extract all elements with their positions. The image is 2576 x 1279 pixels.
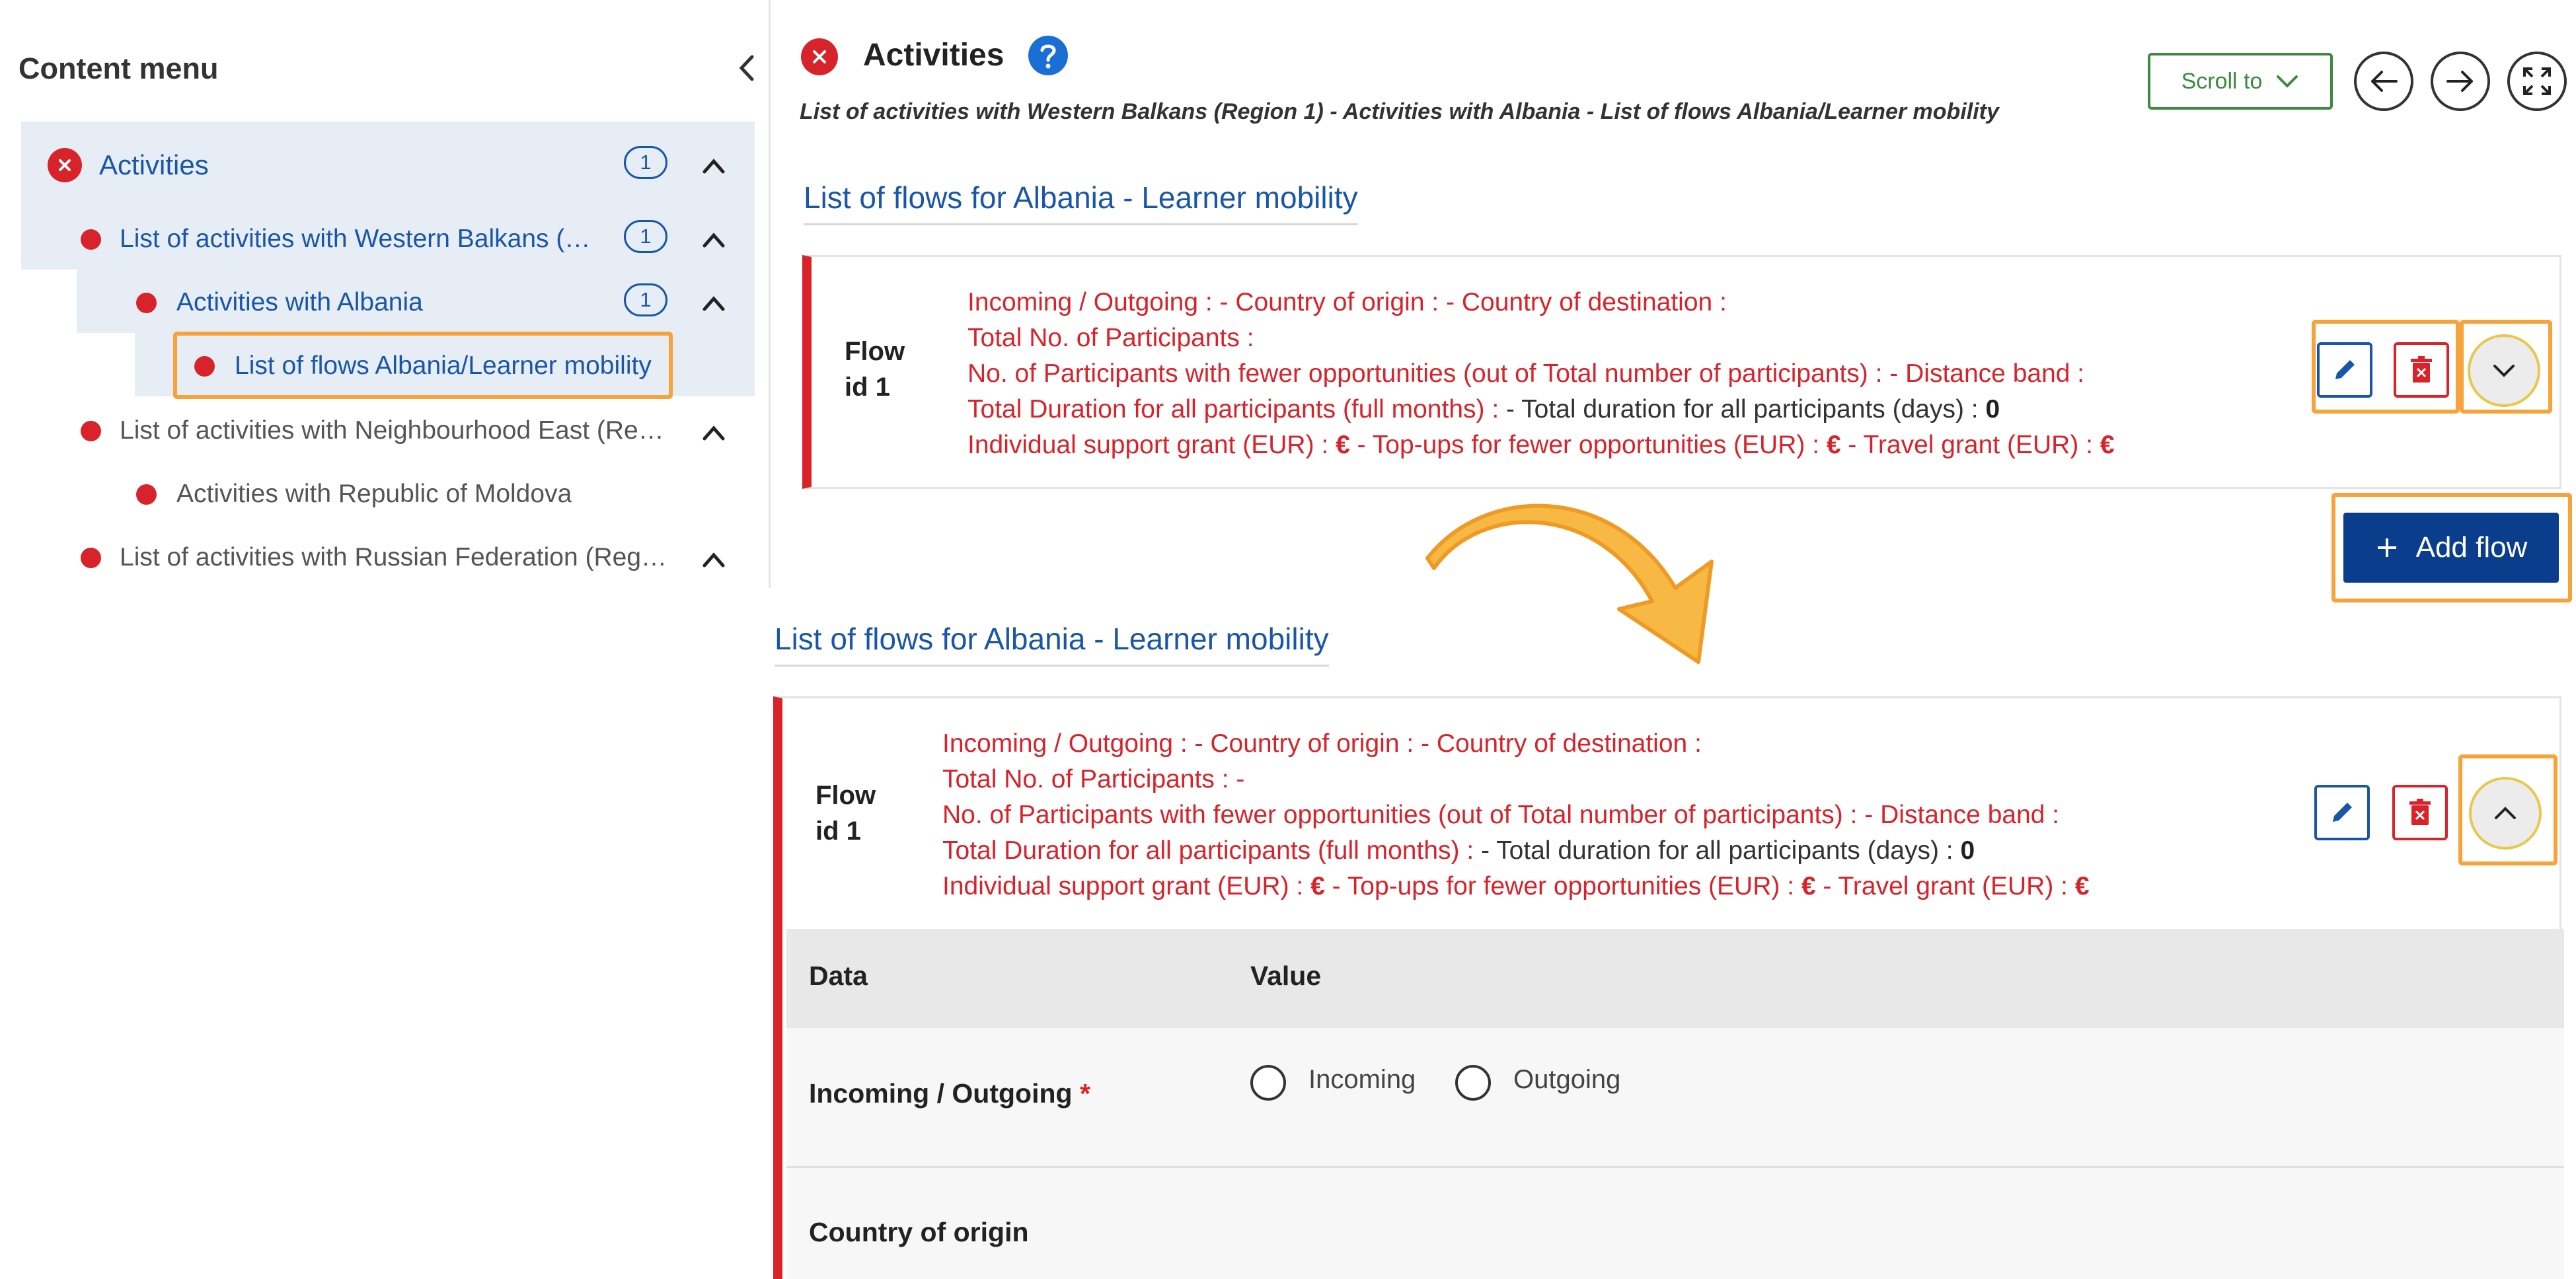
menu-title: Content menu [19, 52, 219, 85]
radio-outgoing-label[interactable]: Outgoing [1513, 1065, 1620, 1095]
help-icon[interactable] [1028, 36, 1068, 75]
count-badge: 1 [624, 220, 667, 253]
highlight-box [2312, 320, 2460, 414]
flow-summary: Incoming / Outgoing : - Country of origi… [942, 729, 2090, 900]
flow-id: Flow id 1 [815, 781, 876, 846]
flow-card: Flow id 1 Incoming / Outgoing : - Countr… [802, 255, 2561, 489]
trash-icon [2409, 799, 2431, 825]
highlight-box [2331, 493, 2572, 603]
edit-button[interactable] [2314, 785, 2370, 840]
radio-incoming[interactable] [1250, 1065, 1286, 1101]
sidebar-item-label: Activities with Albania [176, 288, 423, 316]
sidebar-item-label: Activities with Republic of Moldova [176, 480, 572, 508]
chevron-up-icon[interactable] [701, 230, 727, 250]
error-icon [48, 148, 82, 182]
breadcrumb: List of activities with Western Balkans … [800, 99, 1999, 124]
radio-outgoing[interactable] [1455, 1065, 1491, 1101]
error-icon [801, 38, 838, 75]
error-dot-icon [81, 229, 101, 250]
sidebar-item-activities-albania[interactable]: Activities with Albania [136, 271, 599, 334]
chevron-up-icon[interactable] [701, 156, 727, 176]
fullscreen-button[interactable] [2507, 52, 2567, 111]
table-row: Incoming / Outgoing * Incoming Outgoing [786, 1028, 2564, 1168]
content-menu: Content menu Activities 1 List of activi… [0, 0, 771, 588]
section-title: List of flows for Albania - Learner mobi… [775, 621, 1329, 667]
field-label-country-of-origin: Country of origin [809, 1217, 1029, 1247]
sidebar-item-russian-federation[interactable]: List of activities with Russian Federati… [81, 526, 675, 589]
flow-id: Flow id 1 [845, 337, 905, 402]
radio-incoming-label[interactable]: Incoming [1308, 1065, 1416, 1095]
chevron-up-icon[interactable] [701, 423, 727, 443]
sidebar-item-label: Activities [99, 149, 209, 180]
curved-arrow-icon [1425, 503, 1714, 664]
error-dot-icon [81, 547, 101, 568]
section-title: List of flows for Albania - Learner mobi… [804, 180, 1358, 225]
table-header: Data Value [786, 929, 2564, 1028]
sidebar-item-label: List of activities with Russian Federati… [120, 543, 668, 571]
scroll-to-button[interactable]: Scroll to [2148, 53, 2333, 110]
expand-icon [2523, 67, 2551, 95]
previous-button[interactable] [2354, 52, 2413, 111]
highlight-box [2460, 320, 2552, 414]
error-dot-icon [136, 484, 157, 505]
flow-summary: Incoming / Outgoing : - Country of origi… [967, 288, 2115, 459]
delete-button[interactable] [2392, 785, 2448, 840]
page-title: Activities [863, 38, 1004, 73]
highlight-box [2458, 754, 2557, 865]
sidebar-item-neighbourhood-east[interactable]: List of activities with Neighbourhood Ea… [81, 399, 675, 462]
chevron-up-icon[interactable] [701, 293, 727, 313]
arrow-right-icon [2446, 71, 2473, 92]
count-badge: 1 [624, 283, 667, 316]
arrow-left-icon [2371, 71, 2398, 92]
sidebar-item-moldova[interactable]: Activities with Republic of Moldova [136, 462, 665, 526]
pencil-icon [2333, 803, 2352, 822]
sidebar-item-label: List of activities with Neighbourhood Ea… [120, 416, 668, 445]
collapse-menu-icon[interactable] [734, 52, 760, 85]
sidebar-item-western-balkans[interactable]: List of activities with Western Balkans … [81, 207, 609, 271]
field-label-incoming-outgoing: Incoming / Outgoing * [809, 1078, 1090, 1109]
chevron-up-icon[interactable] [701, 550, 727, 569]
required-asterisk: * [1079, 1078, 1090, 1109]
scroll-to-label: Scroll to [2181, 68, 2263, 94]
table-row: Country of origin [786, 1168, 2564, 1279]
error-dot-icon [136, 292, 157, 313]
error-dot-icon [81, 420, 101, 441]
count-badge: 1 [624, 146, 667, 179]
column-header-data: Data [809, 961, 868, 991]
sidebar-item-label: List of activities with Western Balkans … [120, 225, 609, 253]
chevron-down-icon [2277, 75, 2298, 88]
next-button[interactable] [2431, 52, 2490, 111]
flow-card-expanded: Flow id 1 Incoming / Outgoing : - Countr… [773, 696, 2561, 934]
column-header-value: Value [1250, 961, 1322, 991]
highlight-box [173, 332, 673, 399]
